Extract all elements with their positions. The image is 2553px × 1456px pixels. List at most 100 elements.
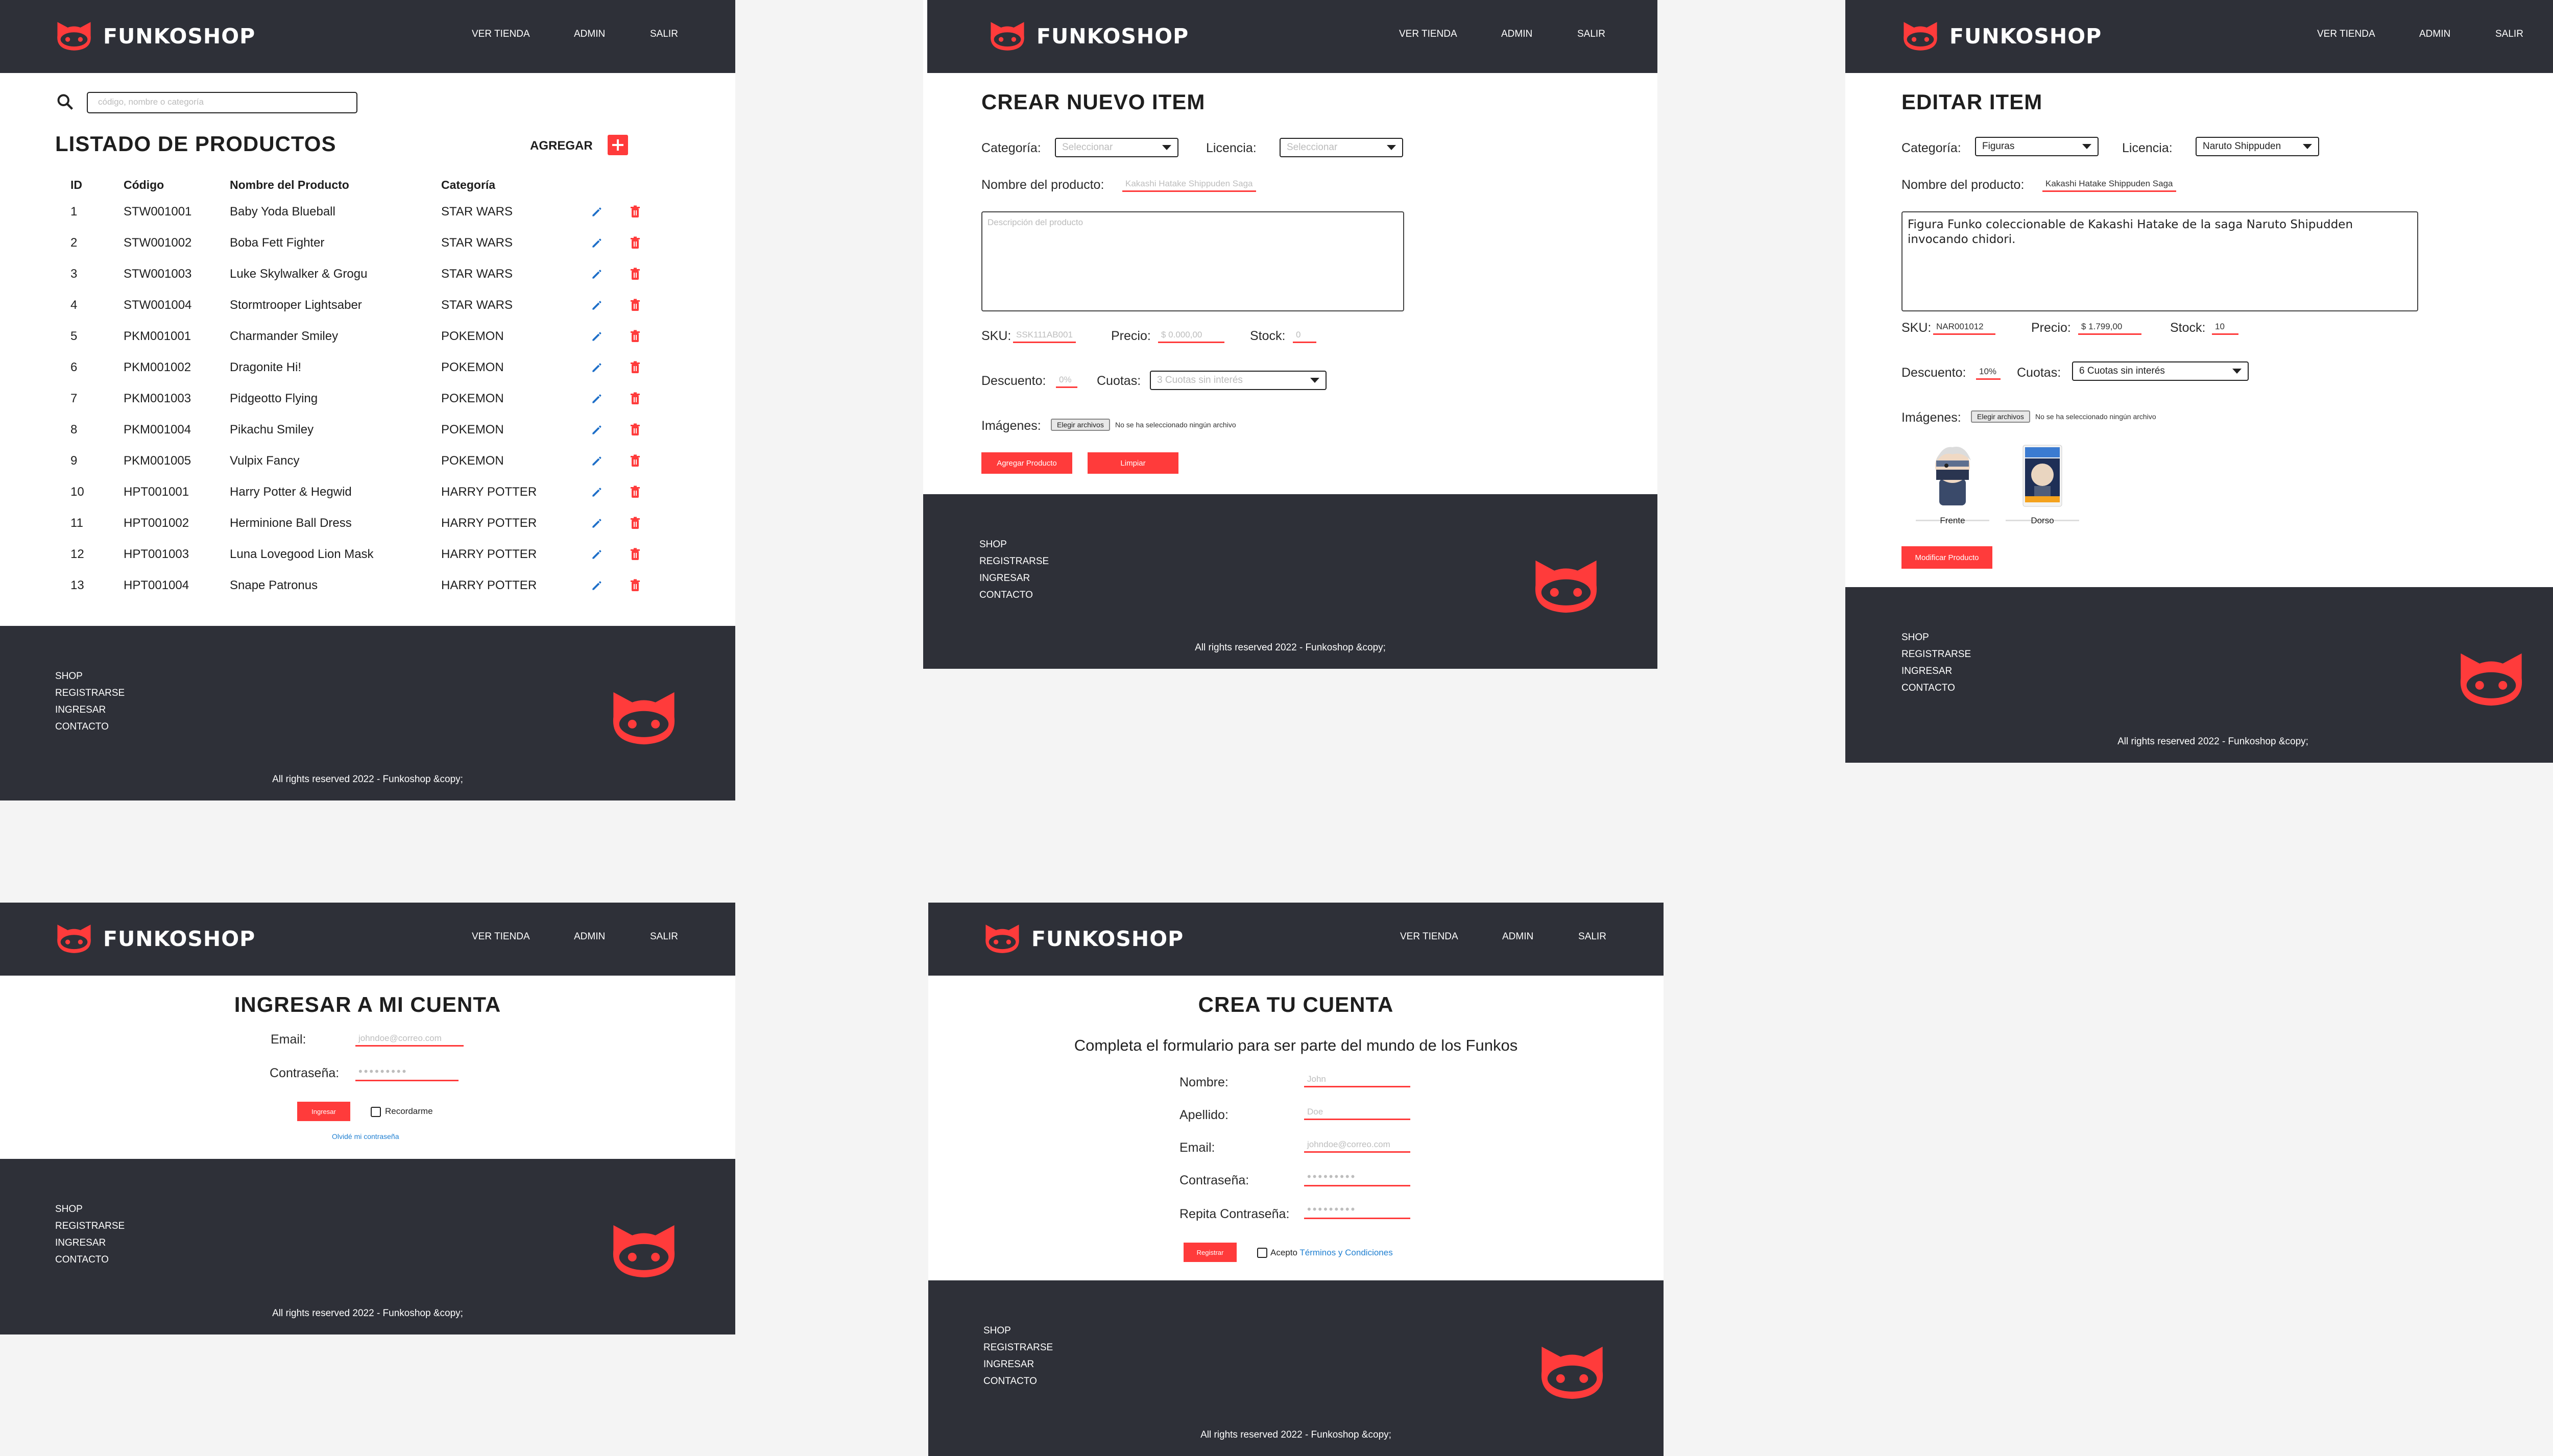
- footer-link-register[interactable]: REGISTRARSE: [983, 1339, 1053, 1356]
- footer-link-login[interactable]: INGRESAR: [55, 701, 125, 718]
- description-textarea[interactable]: Descripción del producto: [981, 211, 1404, 311]
- name-input[interactable]: Kakashi Hatake Shippuden Saga: [2042, 179, 2176, 192]
- nav-logout[interactable]: SALIR: [650, 931, 678, 942]
- trash-icon[interactable]: [629, 392, 641, 405]
- edit-pencil-icon[interactable]: [590, 454, 604, 468]
- installments-select[interactable]: 3 Cuotas sin interés: [1150, 371, 1327, 390]
- footer-link-login[interactable]: INGRESAR: [1901, 663, 1971, 680]
- discount-input[interactable]: 10%: [1976, 367, 2001, 380]
- footer-link-register[interactable]: REGISTRARSE: [55, 1218, 125, 1234]
- trash-icon[interactable]: [629, 330, 641, 343]
- footer-link-register[interactable]: REGISTRARSE: [979, 553, 1049, 570]
- edit-pencil-icon[interactable]: [590, 236, 604, 250]
- installments-select[interactable]: 6 Cuotas sin interés: [2072, 361, 2249, 381]
- discount-input[interactable]: 0%: [1056, 375, 1077, 388]
- trash-icon[interactable]: [629, 454, 641, 468]
- email-input[interactable]: johndoe@correo.com: [1304, 1139, 1410, 1153]
- nav-logout[interactable]: SALIR: [2495, 29, 2523, 40]
- nav-store[interactable]: VER TIENDA: [472, 29, 530, 40]
- edit-pencil-icon[interactable]: [590, 361, 604, 374]
- repeat-password-input[interactable]: •••••••••: [1304, 1203, 1410, 1219]
- footer-link-contact[interactable]: CONTACTO: [55, 718, 125, 735]
- search-input[interactable]: código, nombre o categoría: [87, 92, 357, 113]
- nav-admin[interactable]: ADMIN: [2419, 29, 2450, 40]
- price-input[interactable]: $ 1.799,00: [2078, 322, 2141, 335]
- email-input[interactable]: johndoe@correo.com: [355, 1033, 464, 1047]
- trash-icon[interactable]: [629, 579, 641, 592]
- file-button[interactable]: Elegir archivos: [1051, 419, 1110, 431]
- edit-pencil-icon[interactable]: [590, 548, 604, 561]
- login-button[interactable]: Ingresar: [297, 1102, 350, 1121]
- footer-link-contact[interactable]: CONTACTO: [1901, 680, 1971, 696]
- trash-icon[interactable]: [629, 423, 641, 436]
- trash-icon[interactable]: [629, 268, 641, 281]
- footer-link-shop[interactable]: SHOP: [979, 536, 1049, 553]
- terms-link[interactable]: Términos y Condiciones: [1299, 1248, 1392, 1257]
- sku-input[interactable]: SSK111AB001: [1013, 330, 1076, 343]
- edit-pencil-icon[interactable]: [590, 517, 604, 530]
- category-select[interactable]: Figuras: [1975, 137, 2099, 156]
- nav-admin[interactable]: ADMIN: [574, 29, 605, 40]
- brand-logo[interactable]: FUNKOSHOP: [988, 18, 1189, 54]
- name-input[interactable]: Kakashi Hatake Shippuden Saga: [1122, 179, 1256, 192]
- trash-icon[interactable]: [629, 299, 641, 312]
- edit-pencil-icon[interactable]: [590, 579, 604, 592]
- nav-store[interactable]: VER TIENDA: [1400, 931, 1458, 942]
- add-product-button[interactable]: Agregar Producto: [981, 452, 1072, 474]
- stock-input[interactable]: 0: [1293, 330, 1316, 343]
- trash-icon[interactable]: [629, 517, 641, 530]
- forgot-password-link[interactable]: Olvidé mi contraseña: [332, 1132, 399, 1140]
- image-thumb-front[interactable]: Frente: [1916, 443, 1989, 525]
- trash-icon[interactable]: [629, 548, 641, 561]
- footer-link-contact[interactable]: CONTACTO: [983, 1373, 1053, 1390]
- trash-icon[interactable]: [629, 205, 641, 219]
- license-select[interactable]: Naruto Shippuden: [2196, 137, 2319, 156]
- edit-pencil-icon[interactable]: [590, 205, 604, 219]
- edit-pencil-icon[interactable]: [590, 423, 604, 436]
- footer-link-contact[interactable]: CONTACTO: [979, 587, 1049, 603]
- brand-logo[interactable]: FUNKOSHOP: [54, 921, 255, 957]
- clear-button[interactable]: Limpiar: [1088, 452, 1178, 474]
- trash-icon[interactable]: [629, 236, 641, 250]
- brand-logo[interactable]: FUNKOSHOP: [54, 18, 255, 54]
- edit-pencil-icon[interactable]: [590, 268, 604, 281]
- category-select[interactable]: Seleccionar: [1055, 138, 1178, 157]
- nav-store[interactable]: VER TIENDA: [1399, 29, 1457, 40]
- nav-logout[interactable]: SALIR: [650, 29, 678, 40]
- nav-logout[interactable]: SALIR: [1578, 931, 1606, 942]
- image-thumb-back[interactable]: Dorso: [2006, 443, 2079, 525]
- nav-store[interactable]: VER TIENDA: [472, 931, 530, 942]
- add-label[interactable]: AGREGAR: [530, 139, 593, 153]
- stock-input[interactable]: 10: [2212, 322, 2238, 335]
- nav-logout[interactable]: SALIR: [1577, 29, 1605, 40]
- trash-icon[interactable]: [629, 486, 641, 499]
- register-button[interactable]: Registrar: [1184, 1243, 1237, 1262]
- brand-logo[interactable]: FUNKOSHOP: [982, 921, 1184, 957]
- search-icon[interactable]: [56, 93, 75, 111]
- name-input[interactable]: John: [1304, 1074, 1410, 1087]
- lastname-input[interactable]: Doe: [1304, 1107, 1410, 1120]
- footer-link-register[interactable]: REGISTRARSE: [55, 685, 125, 701]
- price-input[interactable]: $ 0.000,00: [1158, 330, 1224, 343]
- add-button[interactable]: [608, 135, 628, 155]
- nav-admin[interactable]: ADMIN: [574, 931, 605, 942]
- footer-link-contact[interactable]: CONTACTO: [55, 1251, 125, 1268]
- footer-link-login[interactable]: INGRESAR: [55, 1234, 125, 1251]
- description-textarea[interactable]: Figura Funko coleccionable de Kakashi Ha…: [1901, 211, 2418, 311]
- trash-icon[interactable]: [629, 361, 641, 374]
- footer-link-login[interactable]: INGRESAR: [979, 570, 1049, 587]
- nav-admin[interactable]: ADMIN: [1502, 931, 1533, 942]
- footer-link-shop[interactable]: SHOP: [55, 1201, 125, 1218]
- accept-terms-checkbox[interactable]: [1257, 1248, 1267, 1258]
- footer-link-shop[interactable]: SHOP: [55, 668, 125, 685]
- license-select[interactable]: Seleccionar: [1280, 138, 1403, 157]
- footer-link-register[interactable]: REGISTRARSE: [1901, 646, 1971, 663]
- password-input[interactable]: •••••••••: [1304, 1170, 1410, 1186]
- edit-pencil-icon[interactable]: [590, 299, 604, 312]
- password-input[interactable]: •••••••••: [355, 1065, 459, 1081]
- footer-link-login[interactable]: INGRESAR: [983, 1356, 1053, 1373]
- nav-admin[interactable]: ADMIN: [1501, 29, 1532, 40]
- remember-checkbox[interactable]: [371, 1107, 381, 1117]
- nav-store[interactable]: VER TIENDA: [2317, 29, 2375, 40]
- footer-link-shop[interactable]: SHOP: [1901, 629, 1971, 646]
